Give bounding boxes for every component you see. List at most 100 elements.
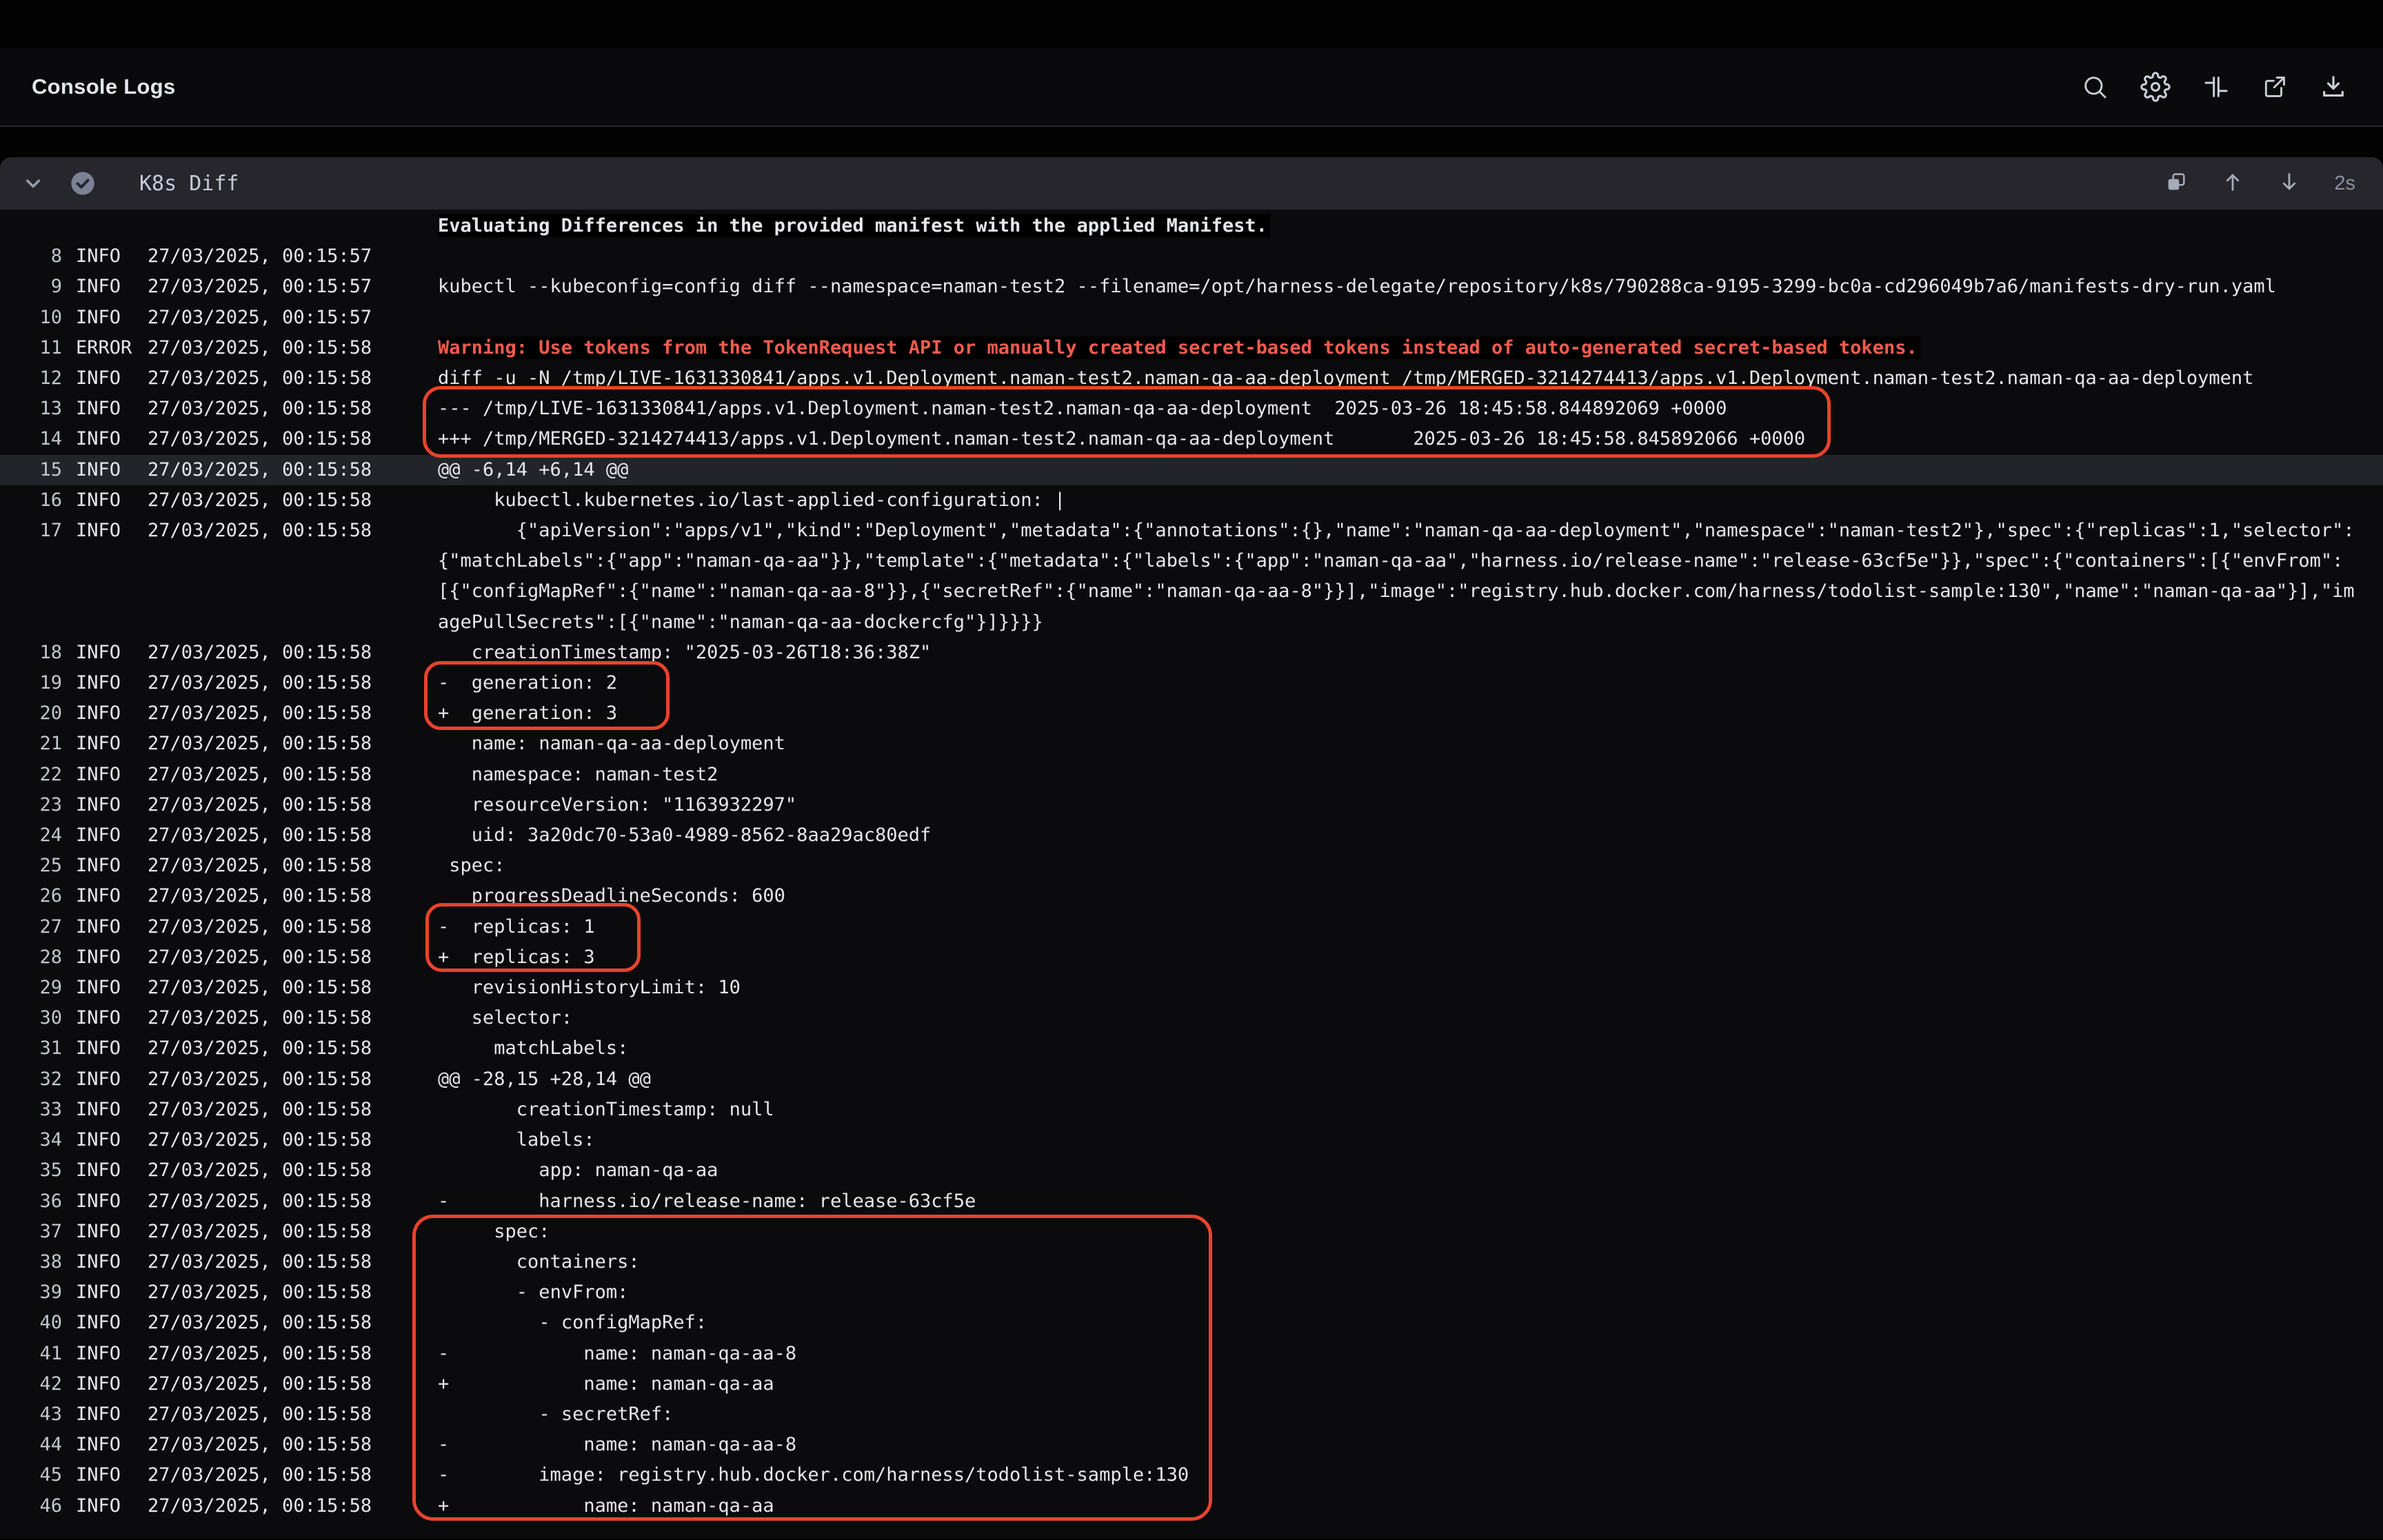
- log-row[interactable]: 26INFO27/03/2025, 00:15:58 progressDeadl…: [0, 881, 2383, 911]
- line-number: 19: [21, 668, 62, 698]
- log-message: - name: naman-qa-aa-8: [438, 1430, 2383, 1460]
- log-row[interactable]: 37INFO27/03/2025, 00:15:58 spec:: [0, 1217, 2383, 1247]
- log-row[interactable]: 28INFO27/03/2025, 00:15:58+ replicas: 3: [0, 942, 2383, 973]
- log-row[interactable]: 31INFO27/03/2025, 00:15:58 matchLabels:: [0, 1033, 2383, 1064]
- log-row[interactable]: 16INFO27/03/2025, 00:15:58 kubectl.kuber…: [0, 485, 2383, 516]
- log-timestamp: 27/03/2025, 00:15:58: [148, 1430, 438, 1460]
- line-number: 12: [21, 363, 62, 394]
- log-message: - secretRef:: [438, 1399, 2383, 1430]
- log-message: @@ -6,14 +6,14 @@: [438, 455, 2383, 485]
- log-row[interactable]: 13INFO27/03/2025, 00:15:58--- /tmp/LIVE-…: [0, 394, 2383, 424]
- line-number: 45: [21, 1460, 62, 1490]
- log-message: [438, 303, 2383, 333]
- log-message: creationTimestamp: null: [438, 1095, 2383, 1125]
- log-row[interactable]: 11ERROR27/03/2025, 00:15:58Warning: Use …: [0, 333, 2383, 363]
- log-row[interactable]: 41INFO27/03/2025, 00:15:58- name: naman-…: [0, 1339, 2383, 1369]
- window-top-strip: [0, 0, 2383, 48]
- log-level: INFO: [76, 394, 148, 424]
- log-row[interactable]: 34INFO27/03/2025, 00:15:58 labels:: [0, 1125, 2383, 1155]
- log-row[interactable]: 24INFO27/03/2025, 00:15:58 uid: 3a20dc70…: [0, 820, 2383, 851]
- search-icon[interactable]: [2081, 73, 2109, 101]
- log-row[interactable]: 12INFO27/03/2025, 00:15:58diff -u -N /tm…: [0, 363, 2383, 394]
- line-number: 40: [21, 1308, 62, 1338]
- line-number: 26: [21, 881, 62, 911]
- log-level: INFO: [76, 1491, 148, 1521]
- log-row[interactable]: 38INFO27/03/2025, 00:15:58 containers:: [0, 1247, 2383, 1277]
- log-message: +++ /tmp/MERGED-3214274413/apps.v1.Deplo…: [438, 424, 2383, 454]
- log-timestamp: 27/03/2025, 00:15:57: [148, 303, 438, 333]
- chevron-down-icon[interactable]: [21, 171, 46, 196]
- log-timestamp: 27/03/2025, 00:15:58: [148, 1308, 438, 1338]
- log-row[interactable]: 22INFO27/03/2025, 00:15:58 namespace: na…: [0, 760, 2383, 790]
- log-row[interactable]: 45INFO27/03/2025, 00:15:58- image: regis…: [0, 1460, 2383, 1490]
- log-row[interactable]: 32INFO27/03/2025, 00:15:58@@ -28,15 +28,…: [0, 1064, 2383, 1095]
- log-row[interactable]: 27INFO27/03/2025, 00:15:58- replicas: 1: [0, 912, 2383, 942]
- log-message: + replicas: 3: [438, 942, 2383, 973]
- k8s-diff-step-header[interactable]: K8s Diff 2s: [0, 157, 2383, 210]
- line-number: 27: [21, 912, 62, 942]
- log-level: INFO: [76, 973, 148, 1003]
- log-row[interactable]: 40INFO27/03/2025, 00:15:58 - configMapRe…: [0, 1308, 2383, 1338]
- log-row[interactable]: 15INFO27/03/2025, 00:15:58@@ -6,14 +6,14…: [0, 455, 2383, 485]
- log-timestamp: 27/03/2025, 00:15:58: [148, 973, 438, 1003]
- line-number: 39: [21, 1277, 62, 1308]
- log-message: + generation: 3: [438, 698, 2383, 729]
- log-level: INFO: [76, 485, 148, 516]
- log-row[interactable]: 39INFO27/03/2025, 00:15:58 - envFrom:: [0, 1277, 2383, 1308]
- log-row[interactable]: 43INFO27/03/2025, 00:15:58 - secretRef:: [0, 1399, 2383, 1430]
- copy-icon[interactable]: [2164, 170, 2188, 196]
- open-in-new-icon[interactable]: [2262, 74, 2288, 100]
- download-icon[interactable]: [2320, 73, 2347, 101]
- log-row[interactable]: 46INFO27/03/2025, 00:15:58+ name: naman-…: [0, 1491, 2383, 1521]
- log-row[interactable]: 30INFO27/03/2025, 00:15:58 selector:: [0, 1003, 2383, 1033]
- log-timestamp: 27/03/2025, 00:15:58: [148, 1491, 438, 1521]
- log-timestamp: 27/03/2025, 00:15:58: [148, 638, 438, 668]
- settings-gear-icon[interactable]: [2140, 72, 2171, 102]
- log-row[interactable]: 10INFO27/03/2025, 00:15:57: [0, 303, 2383, 333]
- scroll-up-icon[interactable]: [2221, 170, 2244, 196]
- line-number: 21: [21, 729, 62, 759]
- log-row[interactable]: 42INFO27/03/2025, 00:15:58+ name: naman-…: [0, 1369, 2383, 1399]
- log-row[interactable]: 20INFO27/03/2025, 00:15:58+ generation: …: [0, 698, 2383, 729]
- log-message: @@ -28,15 +28,14 @@: [438, 1064, 2383, 1095]
- log-row[interactable]: 8INFO27/03/2025, 00:15:57: [0, 241, 2383, 272]
- log-level: INFO: [76, 1369, 148, 1399]
- line-number: 9: [21, 272, 62, 302]
- log-viewer[interactable]: Evaluating Differences in the provided m…: [0, 210, 2383, 1539]
- log-row[interactable]: 33INFO27/03/2025, 00:15:58 creationTimes…: [0, 1095, 2383, 1125]
- log-message: app: naman-qa-aa: [438, 1155, 2383, 1186]
- log-timestamp: 27/03/2025, 00:15:58: [148, 1033, 438, 1064]
- log-row[interactable]: 29INFO27/03/2025, 00:15:58 revisionHisto…: [0, 973, 2383, 1003]
- line-number: 13: [21, 394, 62, 424]
- log-row[interactable]: 14INFO27/03/2025, 00:15:58+++ /tmp/MERGE…: [0, 424, 2383, 454]
- log-level: INFO: [76, 363, 148, 394]
- log-row[interactable]: 23INFO27/03/2025, 00:15:58 resourceVersi…: [0, 790, 2383, 820]
- log-message: - image: registry.hub.docker.com/harness…: [438, 1460, 2383, 1490]
- log-row[interactable]: 36INFO27/03/2025, 00:15:58- harness.io/r…: [0, 1186, 2383, 1217]
- log-row[interactable]: Evaluating Differences in the provided m…: [0, 211, 2383, 241]
- log-message: spec:: [438, 1217, 2383, 1247]
- log-row[interactable]: 19INFO27/03/2025, 00:15:58- generation: …: [0, 668, 2383, 698]
- log-level: INFO: [76, 1186, 148, 1217]
- log-level: INFO: [76, 851, 148, 881]
- log-row[interactable]: 44INFO27/03/2025, 00:15:58- name: naman-…: [0, 1430, 2383, 1460]
- log-timestamp: 27/03/2025, 00:15:58: [148, 455, 438, 485]
- log-row[interactable]: 35INFO27/03/2025, 00:15:58 app: naman-qa…: [0, 1155, 2383, 1186]
- log-row[interactable]: 17INFO27/03/2025, 00:15:58 {"apiVersion"…: [0, 516, 2383, 638]
- line-number: 31: [21, 1033, 62, 1064]
- log-timestamp: 27/03/2025, 00:15:58: [148, 942, 438, 973]
- log-message: namespace: naman-test2: [438, 760, 2383, 790]
- log-timestamp: 27/03/2025, 00:15:58: [148, 1277, 438, 1308]
- log-row[interactable]: 25INFO27/03/2025, 00:15:58 spec:: [0, 851, 2383, 881]
- log-timestamp: 27/03/2025, 00:15:58: [148, 485, 438, 516]
- line-number: 30: [21, 1003, 62, 1033]
- log-message: kubectl.kubernetes.io/last-applied-confi…: [438, 485, 2383, 516]
- collapse-icon[interactable]: [2202, 73, 2230, 101]
- page-title: Console Logs: [32, 74, 176, 99]
- log-timestamp: 27/03/2025, 00:15:58: [148, 516, 438, 546]
- log-row[interactable]: 18INFO27/03/2025, 00:15:58 creationTimes…: [0, 638, 2383, 668]
- scroll-down-icon[interactable]: [2278, 170, 2301, 196]
- log-message: diff -u -N /tmp/LIVE-1631330841/apps.v1.…: [438, 363, 2383, 394]
- log-row[interactable]: 9INFO27/03/2025, 00:15:57kubectl --kubec…: [0, 272, 2383, 302]
- log-row[interactable]: 21INFO27/03/2025, 00:15:58 name: naman-q…: [0, 729, 2383, 759]
